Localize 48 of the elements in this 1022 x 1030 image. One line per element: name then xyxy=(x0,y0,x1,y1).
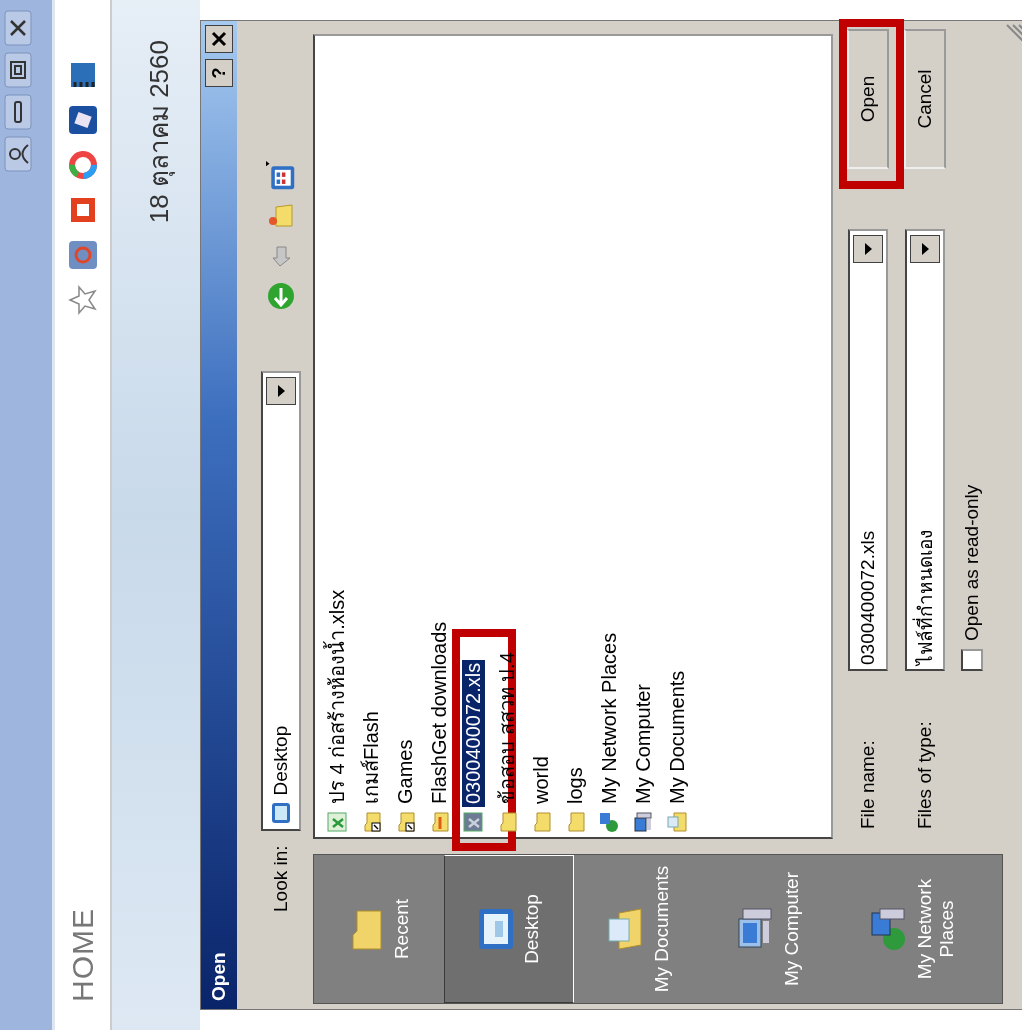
file-item[interactable]: FlashGet downloads xyxy=(427,618,451,807)
desktop-icon xyxy=(269,801,293,826)
file-item[interactable]: world xyxy=(529,753,553,807)
file-item[interactable]: 0300400072.xls xyxy=(461,659,485,807)
refresh-app-icon[interactable] xyxy=(67,240,98,270)
file-item[interactable]: เกมส์Flash xyxy=(355,708,387,807)
look-in-label: Look in: xyxy=(270,845,292,912)
places-item[interactable]: My Computer xyxy=(704,855,834,1003)
date-text: 18 ตุลาคม 2560 xyxy=(143,40,176,224)
file-name-label: File name: xyxy=(857,739,879,829)
places-item[interactable]: My Network Places xyxy=(834,855,992,1003)
close-icon[interactable] xyxy=(4,10,32,46)
files-of-type-label: Files of type: xyxy=(914,720,936,829)
places-item[interactable]: My Documents xyxy=(574,855,704,1003)
open-button[interactable]: Open xyxy=(847,29,889,169)
file-item[interactable]: logs xyxy=(563,764,587,807)
look-in-dropdown[interactable]: Desktop xyxy=(261,371,301,832)
read-only-checkbox[interactable] xyxy=(961,649,983,671)
file-item[interactable]: Games xyxy=(393,736,417,807)
minimize-icon[interactable] xyxy=(4,94,32,130)
places-item[interactable]: Desktop xyxy=(444,855,574,1003)
places-item[interactable]: Recent xyxy=(314,855,444,1003)
documents-folder-icon xyxy=(605,905,645,953)
computer-icon xyxy=(632,811,654,833)
spreadsheet-icon xyxy=(326,811,348,833)
close-icon[interactable] xyxy=(205,25,233,53)
file-item[interactable]: My Computer xyxy=(631,680,655,807)
home-label: HOME xyxy=(65,908,100,1002)
ring-app-icon[interactable] xyxy=(67,150,98,180)
view-menu-icon[interactable] xyxy=(266,161,296,192)
file-item[interactable]: ปร 4 ก่อสร้างห้องน้ำ.xlsx xyxy=(321,586,353,807)
restore-icon[interactable] xyxy=(4,52,32,88)
paper-app-icon[interactable] xyxy=(67,105,98,135)
read-only-label: Open as read-only xyxy=(961,484,983,641)
file-item[interactable]: My Network Places xyxy=(597,629,621,807)
cancel-button[interactable]: Cancel xyxy=(904,29,946,169)
file-name-field[interactable]: 0300400072.xls xyxy=(848,229,888,671)
file-item[interactable]: ข้อสอบ สสวท ป.4 xyxy=(491,649,523,807)
network-globe-icon xyxy=(868,905,908,953)
file-item[interactable]: My Documents xyxy=(665,667,689,807)
files-of-type-dropdown[interactable]: ไฟล์ที่กำหนดเอง xyxy=(905,229,945,671)
help-button[interactable]: ? xyxy=(205,59,233,87)
window-title: Open xyxy=(208,952,230,1001)
star-icon[interactable] xyxy=(67,285,98,315)
documents-folder-icon xyxy=(666,811,688,833)
network-globe-icon xyxy=(598,811,620,833)
spreadsheet-icon xyxy=(462,811,484,833)
arrow-circle-icon[interactable] xyxy=(266,281,296,312)
